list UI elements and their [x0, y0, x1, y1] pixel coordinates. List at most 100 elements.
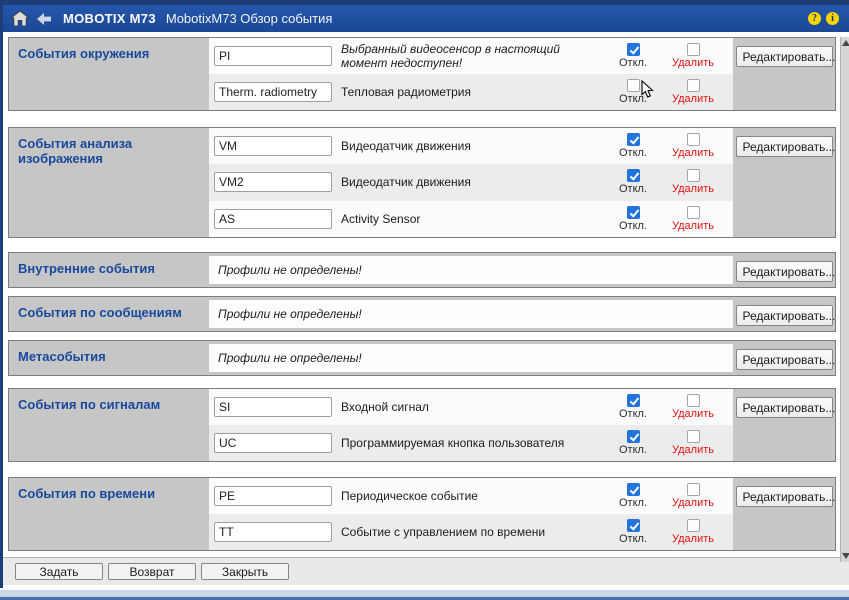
disable-control: Откл. — [603, 519, 663, 545]
delete-checkbox[interactable] — [686, 43, 700, 56]
disable-control: Откл. — [603, 394, 663, 420]
disable-control: Откл. — [603, 205, 663, 232]
section-actions: Редактировать... — [733, 341, 835, 375]
delete-label: Удалить — [672, 57, 714, 69]
edit-button[interactable]: Редактировать... — [735, 397, 835, 418]
edit-button[interactable]: Редактировать... — [735, 349, 835, 370]
disable-checkbox[interactable] — [626, 133, 640, 147]
disable-checkbox[interactable] — [626, 483, 640, 496]
no-profiles-message: Профили не определены! — [218, 307, 362, 321]
event-profile-row: Тепловая радиометрия Откл. Удалить — [209, 74, 733, 110]
section-signal-events: События по сигналам Входной сигнал Откл.… — [8, 388, 836, 462]
help-icon[interactable]: ? — [808, 12, 821, 25]
disable-checkbox[interactable] — [626, 169, 640, 183]
profile-description: Периодическое событие — [341, 489, 478, 503]
delete-checkbox[interactable] — [686, 430, 700, 443]
disable-checkbox[interactable] — [626, 430, 640, 443]
section-image-analysis-events: События анализа изображения Видеодатчик … — [8, 127, 836, 238]
disable-control: Откл. — [603, 133, 663, 159]
section-rows: Выбранный видеосенсор в настоящий момент… — [209, 38, 733, 110]
section-title: События анализа изображения — [18, 136, 133, 166]
section-rows: Периодическое событие Откл. Удалить Собы… — [209, 478, 733, 550]
set-button[interactable]: Задать — [15, 563, 103, 580]
delete-control: Удалить — [663, 519, 723, 545]
profile-name-input[interactable] — [214, 522, 332, 542]
disable-control: Откл. — [603, 79, 663, 105]
delete-label: Удалить — [672, 497, 714, 509]
event-profile-row: Входной сигнал Откл. Удалить — [209, 389, 733, 425]
profile-name-input[interactable] — [214, 208, 332, 229]
info-icon[interactable]: i — [826, 12, 839, 25]
delete-checkbox[interactable] — [686, 205, 700, 219]
section-actions: Редактировать... — [733, 253, 835, 287]
delete-label: Удалить — [672, 183, 714, 196]
profile-name-input[interactable] — [214, 397, 332, 417]
disable-checkbox[interactable] — [626, 394, 640, 407]
delete-control: Удалить — [663, 483, 723, 509]
back-icon[interactable] — [37, 12, 51, 25]
delete-control: Удалить — [663, 169, 723, 195]
profile-description: Activity Sensor — [341, 211, 421, 226]
no-profiles-message: Профили не определены! — [218, 263, 362, 277]
disable-control: Откл. — [603, 169, 663, 195]
delete-checkbox[interactable] — [686, 483, 700, 496]
profile-name-input[interactable] — [214, 46, 332, 66]
disable-label: Откл. — [618, 57, 647, 69]
delete-label: Удалить — [672, 93, 714, 105]
event-profile-row: Выбранный видеосенсор в настоящий момент… — [209, 38, 733, 74]
delete-checkbox[interactable] — [686, 133, 700, 147]
home-icon[interactable] — [11, 11, 29, 26]
section-rows: Входной сигнал Откл. Удалить Программиру… — [209, 389, 733, 461]
edit-button[interactable]: Редактировать... — [735, 261, 835, 282]
delete-control: Удалить — [663, 79, 723, 105]
delete-checkbox[interactable] — [686, 394, 700, 407]
scroll-up-icon[interactable] — [842, 40, 849, 46]
delete-checkbox[interactable] — [686, 169, 700, 183]
delete-control: Удалить — [663, 394, 723, 420]
profile-name-input[interactable] — [214, 486, 332, 506]
section-rows: Профили не определены! — [209, 341, 733, 375]
content-area: События окружения Выбранный видеосенсор … — [3, 37, 849, 590]
delete-control: Удалить — [663, 205, 723, 232]
disable-checkbox[interactable] — [626, 205, 640, 219]
close-button[interactable]: Закрыть — [201, 563, 289, 580]
section-title: События по сигналам — [18, 397, 161, 412]
scroll-down-icon[interactable] — [842, 553, 849, 559]
edit-button[interactable]: Редактировать... — [735, 305, 835, 326]
disable-checkbox[interactable] — [626, 79, 640, 92]
disable-label: Откл. — [618, 93, 647, 105]
restore-button[interactable]: Возврат — [108, 563, 196, 580]
empty-profiles-row: Профили не определены! — [209, 300, 733, 328]
edit-button[interactable]: Редактировать... — [735, 486, 835, 507]
event-profile-row: Видеодатчик движения Откл. Удалить — [209, 128, 733, 165]
disable-control: Откл. — [603, 483, 663, 509]
edit-button[interactable]: Редактировать... — [735, 136, 835, 157]
disable-label: Откл. — [618, 533, 647, 545]
delete-label: Удалить — [672, 444, 714, 456]
disable-label: Откл. — [618, 408, 647, 420]
delete-checkbox[interactable] — [686, 519, 700, 532]
disable-checkbox[interactable] — [626, 519, 640, 532]
section-title: События по сообщениям — [18, 305, 182, 320]
event-profile-row: Периодическое событие Откл. Удалить — [209, 478, 733, 514]
section-title: События по времени — [18, 486, 156, 501]
empty-profiles-row: Профили не определены! — [209, 344, 733, 372]
page-title: MobotixM73 Обзор события — [165, 11, 333, 26]
profile-description: Тепловая радиометрия — [341, 85, 472, 99]
section-actions: Редактировать... — [733, 128, 835, 237]
profile-name-input[interactable] — [214, 172, 332, 193]
delete-label: Удалить — [672, 147, 714, 160]
section-actions: Редактировать... — [733, 38, 835, 110]
scrollbar[interactable] — [840, 37, 849, 562]
disable-label: Откл. — [618, 147, 647, 160]
profile-name-input[interactable] — [214, 433, 332, 453]
disable-control: Откл. — [603, 430, 663, 456]
section-rows: Профили не определены! — [209, 297, 733, 331]
delete-checkbox[interactable] — [686, 79, 700, 92]
disable-checkbox[interactable] — [626, 43, 640, 56]
edit-button[interactable]: Редактировать... — [735, 46, 835, 67]
profile-name-input[interactable] — [214, 136, 332, 157]
section-title: События окружения — [18, 46, 150, 61]
profile-name-input[interactable] — [214, 82, 332, 102]
delete-control: Удалить — [663, 133, 723, 159]
